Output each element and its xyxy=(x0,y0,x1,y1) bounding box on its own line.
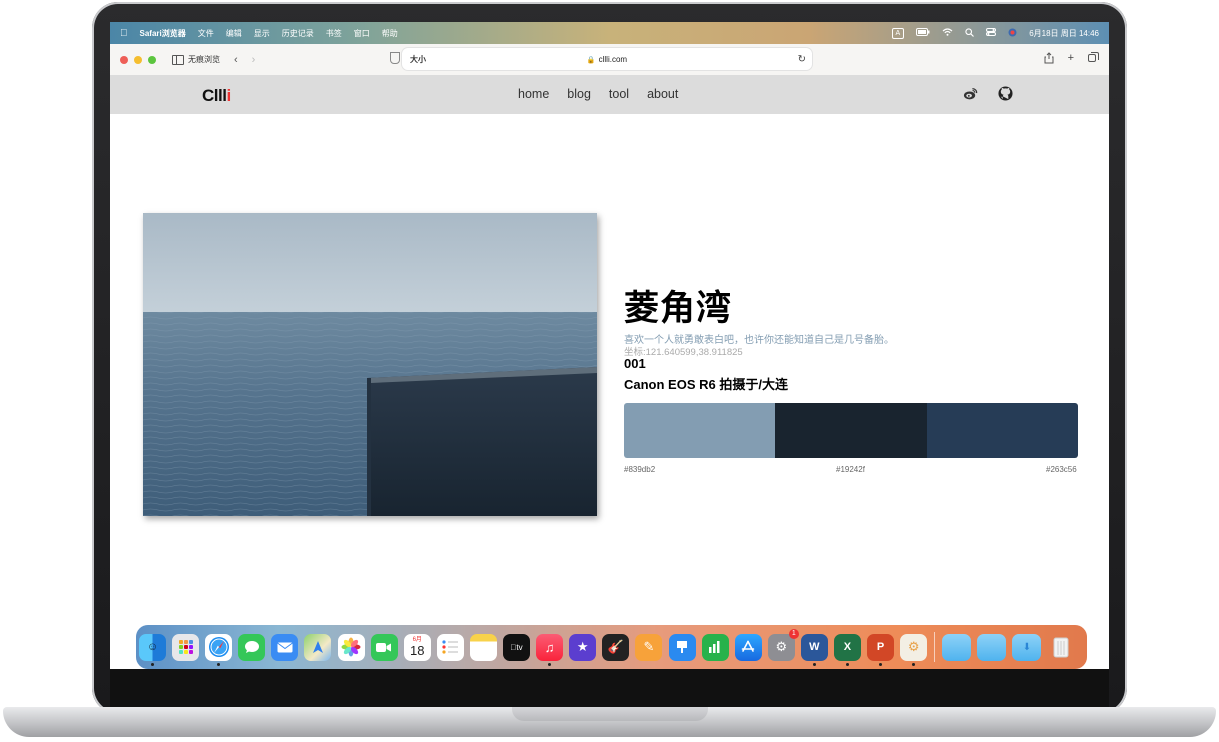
close-window-button[interactable] xyxy=(120,55,128,64)
menu-history[interactable]: 历史记录 xyxy=(282,28,314,39)
maps-icon[interactable] xyxy=(304,633,332,661)
palette-swatch-1[interactable] xyxy=(624,403,776,458)
palette-hex-2: #19242f xyxy=(836,465,865,474)
post-camera: Canon EOS R6 拍摄于/大连 xyxy=(624,377,788,392)
social-links xyxy=(963,86,1013,101)
photo xyxy=(143,213,597,516)
site-logo[interactable]: Cllli xyxy=(202,86,231,106)
nav-about[interactable]: about xyxy=(647,87,678,101)
battery-icon[interactable] xyxy=(916,28,930,38)
clock[interactable]: 6月18日 周日 14:46 xyxy=(1029,28,1099,39)
menu-bookmarks[interactable]: 书签 xyxy=(326,28,342,39)
menu-edit[interactable]: 编辑 xyxy=(226,28,242,39)
lock-icon: 🔒 xyxy=(586,56,596,64)
menu-bar:  Safari浏览器 文件 编辑 显示 历史记录 书签 窗口 帮助 A xyxy=(110,22,1109,44)
apple-menu-icon[interactable]:  xyxy=(120,28,128,39)
privacy-shield-icon[interactable] xyxy=(390,52,400,64)
word-icon[interactable]: W xyxy=(800,633,828,666)
pages-icon[interactable]: ✎ xyxy=(635,633,663,661)
menu-window[interactable]: 窗口 xyxy=(354,28,370,39)
control-center-icon[interactable] xyxy=(986,28,997,38)
new-tab-icon[interactable]: + xyxy=(1068,52,1074,67)
mail-icon[interactable] xyxy=(271,633,299,661)
color-palette xyxy=(624,403,1078,458)
input-source-icon[interactable]: A xyxy=(891,27,905,39)
photo-image xyxy=(143,213,597,516)
browser-toolbar: 无痕浏览 ‹ › 大小 🔒 cllli.com ↻ + xyxy=(110,44,1109,75)
url-display: 🔒 cllli.com xyxy=(402,55,812,64)
laptop-notch xyxy=(512,707,708,721)
share-icon[interactable] xyxy=(1044,52,1054,67)
site-header: Cllli home blog tool about xyxy=(110,75,1109,114)
private-browsing-label: 无痕浏览 xyxy=(188,55,220,64)
logo-text: Clll xyxy=(202,86,227,105)
logo-accent: i xyxy=(226,86,231,105)
keynote-icon[interactable] xyxy=(668,633,696,661)
settings-badge: 1 xyxy=(788,628,799,639)
dock-separator xyxy=(934,632,936,662)
sidebar-icon xyxy=(172,54,184,65)
wifi-icon[interactable] xyxy=(942,28,953,38)
palette-swatch-2[interactable] xyxy=(775,403,927,458)
tv-icon[interactable]: tv xyxy=(503,633,531,661)
nav-blog[interactable]: blog xyxy=(567,87,591,101)
sidebar-toggle-button[interactable]: 无痕浏览 xyxy=(172,54,220,65)
laptop-bezel xyxy=(110,669,1109,707)
nav-tool[interactable]: tool xyxy=(609,87,629,101)
folder-icon[interactable] xyxy=(977,633,1007,661)
github-icon[interactable] xyxy=(998,86,1013,101)
numbers-icon[interactable] xyxy=(701,633,729,661)
forward-button[interactable]: › xyxy=(252,54,256,66)
tab-overview-icon[interactable] xyxy=(1088,52,1099,67)
dock: ☺ 6月 18 tv ♫ ★ 🎸 ✎ ⚙1 W X xyxy=(136,625,1087,669)
screen:  Safari浏览器 文件 编辑 显示 历史记录 书签 窗口 帮助 A xyxy=(110,22,1109,669)
music-icon[interactable]: ♫ xyxy=(536,633,564,666)
back-button[interactable]: ‹ xyxy=(234,54,238,66)
facetime-icon[interactable] xyxy=(370,633,398,661)
folder-icon[interactable] xyxy=(942,633,972,661)
user-icon[interactable] xyxy=(1008,28,1017,39)
garageband-icon[interactable]: 🎸 xyxy=(602,633,630,661)
notes-icon[interactable] xyxy=(469,633,497,661)
menu-view[interactable]: 显示 xyxy=(254,28,270,39)
imovie-icon[interactable]: ★ xyxy=(569,633,597,661)
site-nav: home blog tool about xyxy=(518,87,678,101)
palette-hex-1: #839db2 xyxy=(624,465,656,474)
reload-icon[interactable]: ↻ xyxy=(798,54,806,65)
finder-icon[interactable]: ☺ xyxy=(139,633,166,666)
palette-swatch-3[interactable] xyxy=(926,403,1078,458)
app-store-icon[interactable] xyxy=(734,633,762,661)
menu-app-name[interactable]: Safari浏览器 xyxy=(140,28,186,39)
address-bar[interactable]: 大小 🔒 cllli.com ↻ xyxy=(402,48,812,70)
zoom-window-button[interactable] xyxy=(148,55,156,64)
palette-hex-3: #263c56 xyxy=(1046,465,1077,474)
post-number: 001 xyxy=(624,356,646,371)
photos-icon[interactable] xyxy=(337,633,365,661)
minimize-window-button[interactable] xyxy=(134,55,142,64)
url-text: cllli.com xyxy=(598,54,628,64)
messages-icon[interactable] xyxy=(238,633,266,661)
downloads-folder-icon[interactable]: ⬇ xyxy=(1012,633,1042,661)
excel-icon[interactable]: X xyxy=(833,633,861,666)
preview-icon[interactable]: ⚙ xyxy=(900,633,928,666)
weibo-icon[interactable] xyxy=(963,86,978,101)
nav-home[interactable]: home xyxy=(518,87,549,101)
post-title: 菱角湾 xyxy=(624,289,733,328)
system-settings-icon[interactable]: ⚙ 1 xyxy=(767,628,799,661)
calendar-icon[interactable]: 6月 18 xyxy=(403,633,431,661)
powerpoint-icon[interactable]: P xyxy=(867,633,895,666)
trash-icon[interactable] xyxy=(1048,634,1075,661)
calendar-day: 18 xyxy=(410,642,425,658)
launchpad-icon[interactable] xyxy=(172,633,200,661)
reminders-icon[interactable] xyxy=(436,633,464,661)
menu-file[interactable]: 文件 xyxy=(198,28,214,39)
menu-help[interactable]: 帮助 xyxy=(382,28,398,39)
spotlight-icon[interactable] xyxy=(965,27,975,39)
window-controls xyxy=(120,55,156,64)
safari-icon[interactable] xyxy=(205,633,233,666)
